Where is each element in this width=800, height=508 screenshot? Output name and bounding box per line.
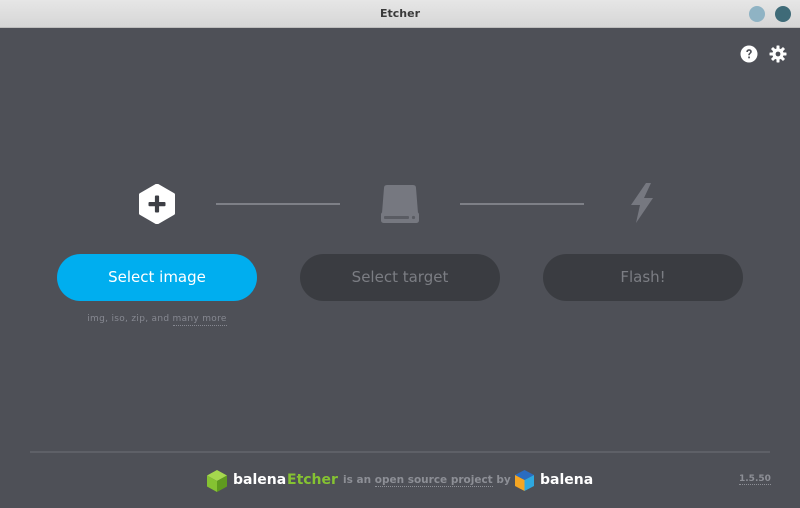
open-source-link[interactable]: open source project — [374, 474, 493, 487]
tagline-suffix: by — [496, 474, 511, 486]
balena-company-link[interactable]: balena — [540, 472, 593, 488]
close-button[interactable] — [775, 6, 791, 22]
footer-divider — [30, 451, 770, 453]
footer-tagline: is an open source project by — [343, 474, 511, 487]
lightning-bolt-icon — [631, 183, 653, 223]
select-image-button[interactable]: Select image — [57, 254, 257, 301]
formats-list: img, iso, zip, and — [87, 314, 170, 324]
minimize-button[interactable] — [749, 6, 765, 22]
plus-hexagon-icon — [139, 184, 175, 224]
gear-icon[interactable] — [769, 45, 787, 63]
step-connector — [216, 203, 340, 205]
drive-icon — [381, 185, 419, 223]
title-bar: Etcher — [0, 0, 800, 28]
flash-button[interactable]: Flash! — [543, 254, 743, 301]
balena-cube-logo-icon[interactable] — [514, 469, 535, 492]
select-target-button[interactable]: Select target — [300, 254, 500, 301]
brand-etcher-text[interactable]: Etcher — [287, 472, 338, 488]
window-title: Etcher — [379, 7, 420, 20]
version-label[interactable]: 1.5.50 — [739, 474, 771, 485]
tagline-prefix: is an — [343, 474, 372, 486]
brand-balena-text[interactable]: balena — [233, 472, 286, 488]
question-circle-icon[interactable] — [740, 45, 758, 63]
supported-formats: img, iso, zip, and many more — [57, 314, 257, 326]
many-more-link[interactable]: many more — [172, 314, 227, 326]
step-connector — [460, 203, 584, 205]
etcher-cube-logo-icon[interactable] — [206, 469, 228, 493]
